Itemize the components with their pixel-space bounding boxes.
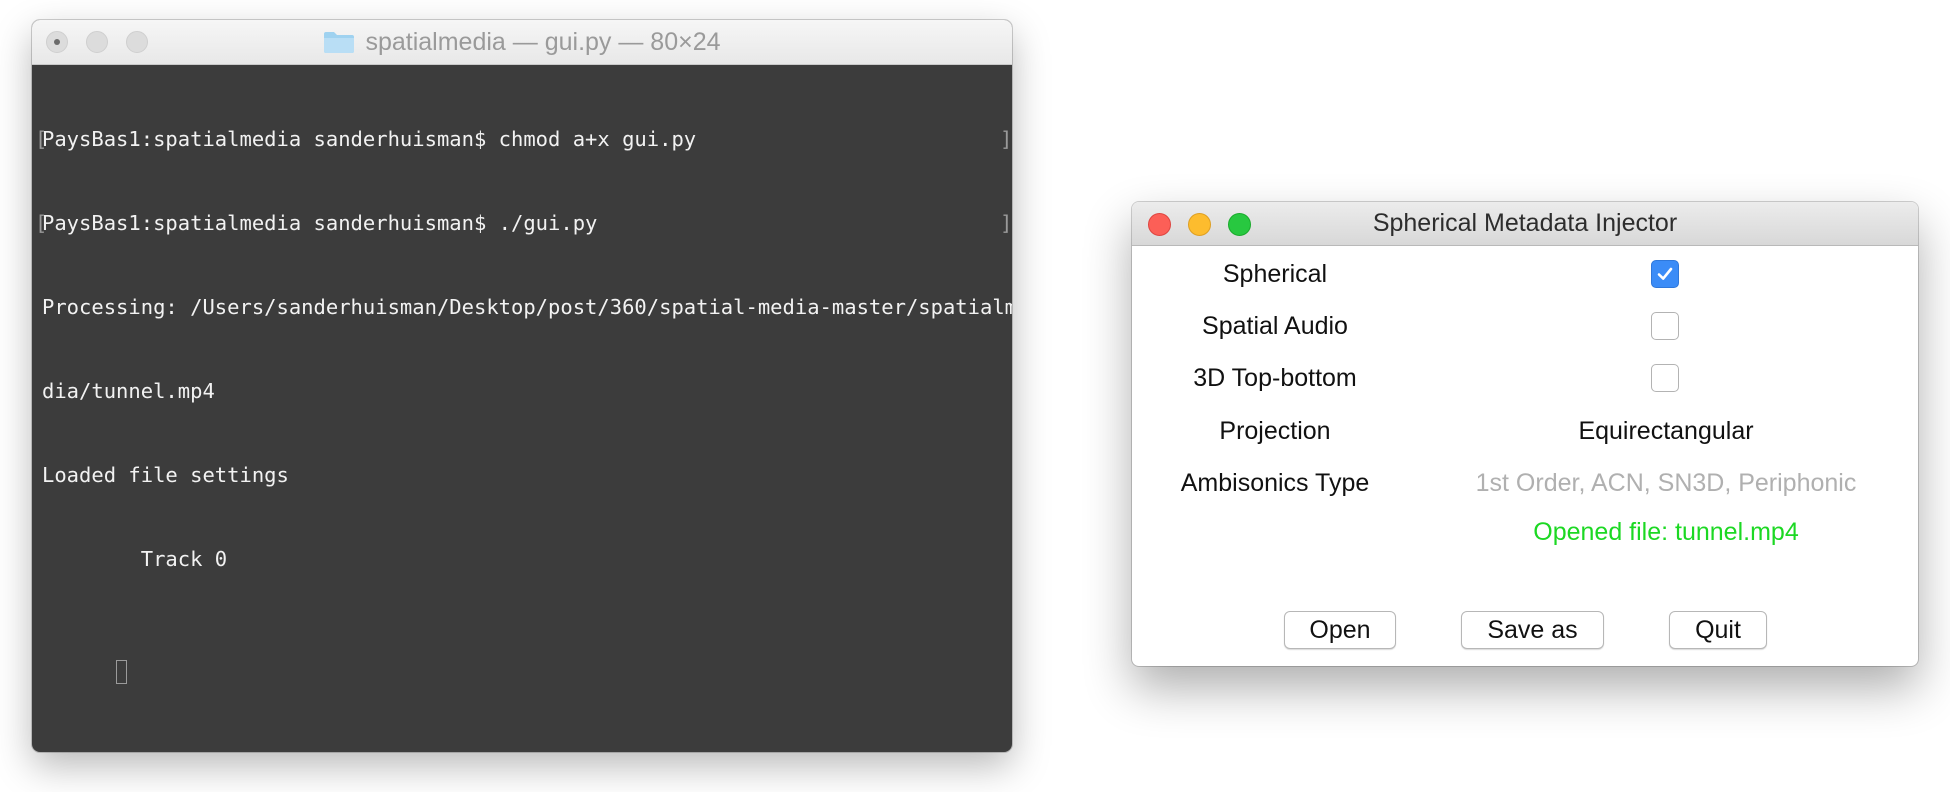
terminal-line: Loaded file settings [42,463,289,487]
spatial-audio-label: Spatial Audio [1202,312,1348,340]
terminal-title: spatialmedia — gui.py — 80×24 [32,20,1012,64]
top-bottom-row: 3D Top-bottom [1132,358,1918,398]
spherical-row: Spherical [1132,254,1918,294]
injector-title: Spherical Metadata Injector [1372,209,1678,237]
injector-titlebar[interactable]: Spherical Metadata Injector [1132,202,1918,246]
projection-label: Projection [1219,417,1331,445]
top-bottom-label: 3D Top-bottom [1193,364,1357,392]
projection-row: Projection Equirectangular [1132,411,1918,451]
terminal-line: Track 0 [42,547,228,571]
checkmark-icon [1657,267,1673,280]
folder-icon [323,30,355,54]
status-message: Opened file: tunnel.mp4 [1533,518,1799,546]
terminal-cursor-line [42,629,1012,684]
projection-value[interactable]: Equirectangular [1422,411,1910,451]
injector-window: Spherical Metadata Injector Spherical Sp… [1132,202,1918,666]
terminal-titlebar[interactable]: spatialmedia — gui.py — 80×24 [32,20,1012,65]
terminal-line: Processing: /Users/sanderhuisman/Desktop… [42,295,1012,319]
terminal-line: dia/tunnel.mp4 [42,379,215,403]
terminal-cursor [116,660,128,684]
terminal-window: spatialmedia — gui.py — 80×24 PaysBas1:s… [32,20,1012,752]
ambisonics-row: Ambisonics Type 1st Order, ACN, SN3D, Pe… [1132,463,1918,503]
top-bottom-checkbox[interactable] [1651,364,1679,392]
terminal-title-text: spatialmedia — gui.py — 80×24 [365,27,721,56]
terminal-line: PaysBas1:spatialmedia sanderhuisman$ ./g… [35,209,1012,237]
terminal-output[interactable]: PaysBas1:spatialmedia sanderhuisman$ chm… [32,65,1012,713]
spherical-checkbox[interactable] [1651,260,1679,288]
terminal-line: PaysBas1:spatialmedia sanderhuisman$ chm… [35,125,1012,153]
quit-button[interactable]: Quit [1669,611,1767,649]
ambisonics-label: Ambisonics Type [1180,469,1370,497]
open-button[interactable]: Open [1284,611,1396,649]
save-as-button[interactable]: Save as [1461,611,1604,649]
spherical-label: Spherical [1222,260,1328,288]
spatial-audio-checkbox[interactable] [1651,312,1679,340]
ambisonics-value: 1st Order, ACN, SN3D, Periphonic [1475,469,1857,497]
spatial-audio-row: Spatial Audio [1132,306,1918,346]
